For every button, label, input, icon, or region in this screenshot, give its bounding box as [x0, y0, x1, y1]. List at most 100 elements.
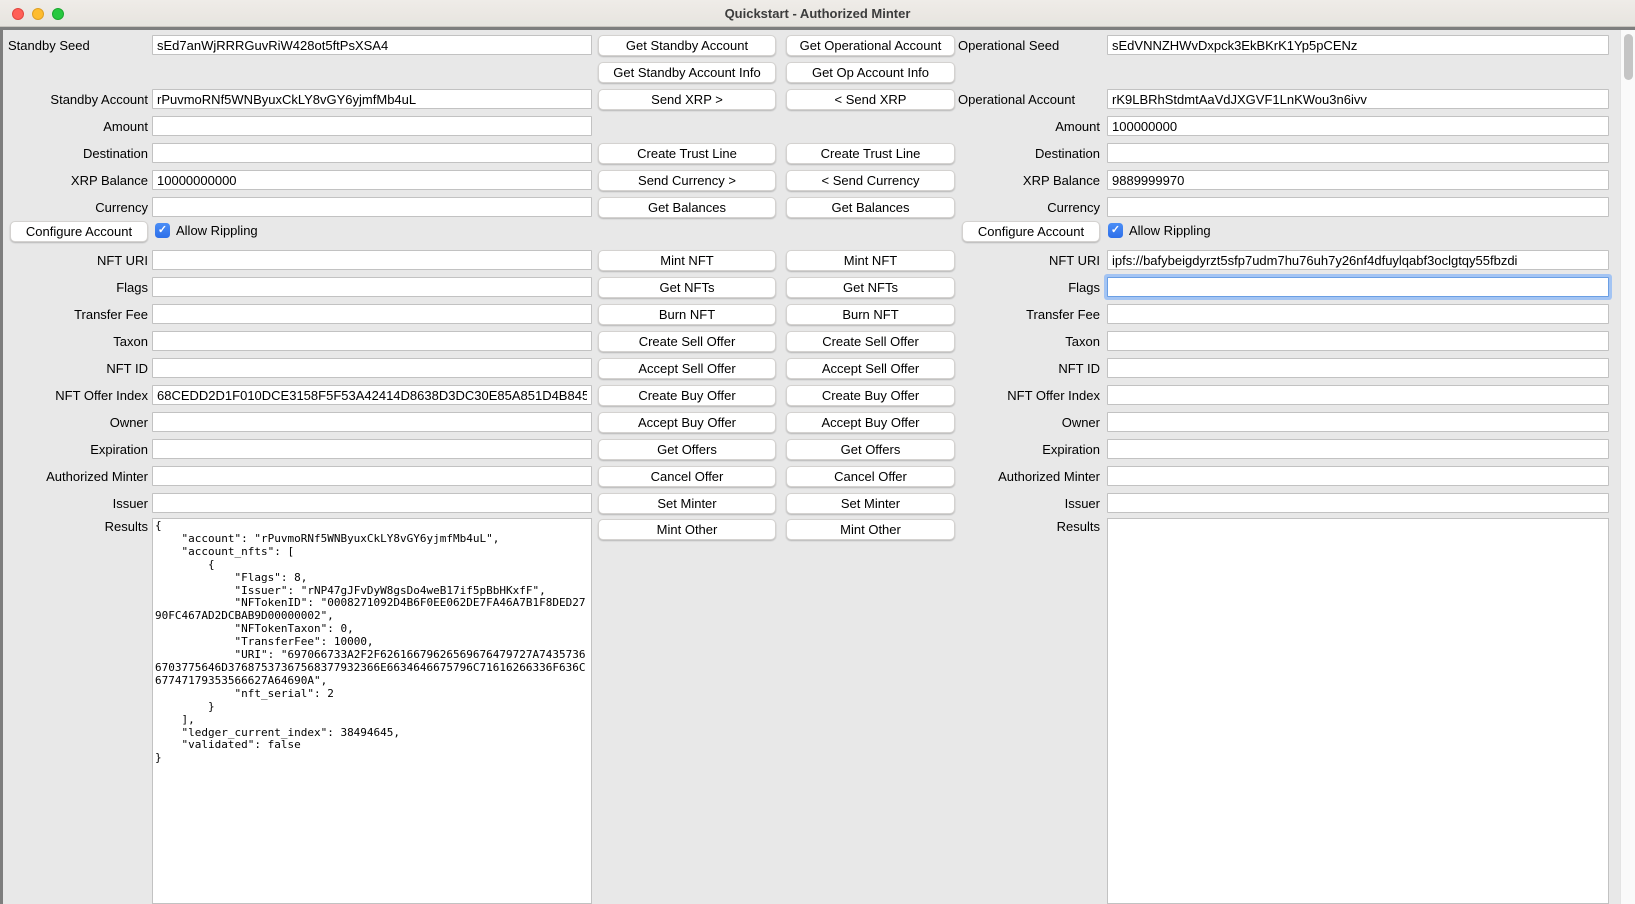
standby-xrp-balance-label: XRP Balance: [0, 172, 148, 189]
operational-currency-input[interactable]: [1107, 197, 1609, 217]
standby-mint-other-button[interactable]: Mint Other: [598, 519, 776, 540]
operational-nft-id-label: NFT ID: [955, 360, 1100, 377]
standby-taxon-input[interactable]: [152, 331, 592, 351]
standby-expiration-input[interactable]: [152, 439, 592, 459]
operational-taxon-input[interactable]: [1107, 331, 1609, 351]
standby-allow-rippling-checkbox[interactable]: ✓: [155, 223, 170, 238]
standby-issuer-input[interactable]: [152, 493, 592, 513]
operational-get-nfts-button[interactable]: Get NFTs: [786, 277, 955, 298]
app-window: Quickstart - Authorized Minter Standby S…: [0, 0, 1635, 904]
operational-get-balances-button[interactable]: Get Balances: [786, 197, 955, 218]
operational-expiration-label: Expiration: [955, 441, 1100, 458]
window-frame-edge: [0, 27, 3, 904]
operational-issuer-input[interactable]: [1107, 493, 1609, 513]
standby-get-balances-button[interactable]: Get Balances: [598, 197, 776, 218]
standby-nft-uri-input[interactable]: [152, 250, 592, 270]
standby-accept-buy-offer-button[interactable]: Accept Buy Offer: [598, 412, 776, 433]
operational-flags-input[interactable]: [1107, 277, 1609, 297]
window-title: Quickstart - Authorized Minter: [725, 6, 911, 21]
operational-transfer-fee-input[interactable]: [1107, 304, 1609, 324]
operational-flags-label: Flags: [955, 279, 1100, 296]
main-content: Standby Seed Standby Account Amount Dest…: [0, 27, 1635, 904]
standby-transfer-fee-label: Transfer Fee: [0, 306, 148, 323]
operational-nft-offer-index-label: NFT Offer Index: [955, 387, 1100, 404]
standby-transfer-fee-input[interactable]: [152, 304, 592, 324]
operational-expiration-input[interactable]: [1107, 439, 1609, 459]
operational-owner-label: Owner: [955, 414, 1100, 431]
standby-cancel-offer-button[interactable]: Cancel Offer: [598, 466, 776, 487]
standby-account-input[interactable]: [152, 89, 592, 109]
standby-configure-account-button[interactable]: Configure Account: [10, 221, 148, 242]
standby-create-buy-offer-button[interactable]: Create Buy Offer: [598, 385, 776, 406]
standby-xrp-balance-input[interactable]: [152, 170, 592, 190]
zoom-button[interactable]: [52, 8, 64, 20]
operational-create-sell-offer-button[interactable]: Create Sell Offer: [786, 331, 955, 352]
standby-authorized-minter-input[interactable]: [152, 466, 592, 486]
standby-get-nfts-button[interactable]: Get NFTs: [598, 277, 776, 298]
operational-burn-nft-button[interactable]: Burn NFT: [786, 304, 955, 325]
operational-send-currency-button[interactable]: < Send Currency: [786, 170, 955, 191]
standby-account-label: Standby Account: [0, 91, 148, 108]
operational-destination-input[interactable]: [1107, 143, 1609, 163]
standby-nft-id-input[interactable]: [152, 358, 592, 378]
standby-set-minter-button[interactable]: Set Minter: [598, 493, 776, 514]
standby-send-xrp-button[interactable]: Send XRP >: [598, 89, 776, 110]
operational-authorized-minter-input[interactable]: [1107, 466, 1609, 486]
operational-taxon-label: Taxon: [955, 333, 1100, 350]
operational-nft-uri-input[interactable]: [1107, 250, 1609, 270]
standby-create-sell-offer-button[interactable]: Create Sell Offer: [598, 331, 776, 352]
standby-mint-nft-button[interactable]: Mint NFT: [598, 250, 776, 271]
standby-owner-input[interactable]: [152, 412, 592, 432]
minimize-button[interactable]: [32, 8, 44, 20]
operational-seed-input[interactable]: [1107, 35, 1609, 55]
operational-results-textarea[interactable]: [1107, 518, 1609, 904]
operational-mint-nft-button[interactable]: Mint NFT: [786, 250, 955, 271]
vertical-scrollbar[interactable]: [1620, 30, 1635, 904]
get-op-account-info-button[interactable]: Get Op Account Info: [786, 62, 955, 83]
standby-amount-input[interactable]: [152, 116, 592, 136]
operational-create-buy-offer-button[interactable]: Create Buy Offer: [786, 385, 955, 406]
standby-results-textarea[interactable]: { "account": "rPuvmoRNf5WNByuxCkLY8vGY6y…: [152, 518, 592, 904]
standby-authorized-minter-label: Authorized Minter: [0, 468, 148, 485]
operational-account-input[interactable]: [1107, 89, 1609, 109]
operational-results-label: Results: [955, 518, 1100, 535]
operational-send-xrp-button[interactable]: < Send XRP: [786, 89, 955, 110]
standby-nft-offer-index-input[interactable]: [152, 385, 592, 405]
operational-nft-id-input[interactable]: [1107, 358, 1609, 378]
standby-nft-offer-index-label: NFT Offer Index: [0, 387, 148, 404]
operational-cancel-offer-button[interactable]: Cancel Offer: [786, 466, 955, 487]
operational-xrp-balance-label: XRP Balance: [955, 172, 1100, 189]
standby-currency-input[interactable]: [152, 197, 592, 217]
operational-get-offers-button[interactable]: Get Offers: [786, 439, 955, 460]
operational-nft-offer-index-input[interactable]: [1107, 385, 1609, 405]
get-standby-account-info-button[interactable]: Get Standby Account Info: [598, 62, 776, 83]
traffic-lights: [12, 8, 64, 20]
standby-get-offers-button[interactable]: Get Offers: [598, 439, 776, 460]
standby-flags-input[interactable]: [152, 277, 592, 297]
close-button[interactable]: [12, 8, 24, 20]
standby-seed-input[interactable]: [152, 35, 592, 55]
operational-allow-rippling-checkbox[interactable]: ✓: [1108, 223, 1123, 238]
standby-accept-sell-offer-button[interactable]: Accept Sell Offer: [598, 358, 776, 379]
get-operational-account-button[interactable]: Get Operational Account: [786, 35, 955, 56]
operational-configure-account-button[interactable]: Configure Account: [962, 221, 1100, 242]
operational-accept-buy-offer-button[interactable]: Accept Buy Offer: [786, 412, 955, 433]
operational-set-minter-button[interactable]: Set Minter: [786, 493, 955, 514]
scrollbar-thumb[interactable]: [1624, 34, 1633, 80]
standby-create-trust-line-button[interactable]: Create Trust Line: [598, 143, 776, 164]
operational-owner-input[interactable]: [1107, 412, 1609, 432]
operational-create-trust-line-button[interactable]: Create Trust Line: [786, 143, 955, 164]
operational-mint-other-button[interactable]: Mint Other: [786, 519, 955, 540]
operational-accept-sell-offer-button[interactable]: Accept Sell Offer: [786, 358, 955, 379]
get-standby-account-button[interactable]: Get Standby Account: [598, 35, 776, 56]
operational-issuer-label: Issuer: [955, 495, 1100, 512]
standby-send-currency-button[interactable]: Send Currency >: [598, 170, 776, 191]
standby-burn-nft-button[interactable]: Burn NFT: [598, 304, 776, 325]
operational-xrp-balance-input[interactable]: [1107, 170, 1609, 190]
standby-taxon-label: Taxon: [0, 333, 148, 350]
window-frame-edge: [0, 27, 1635, 30]
operational-allow-rippling-label: Allow Rippling: [1129, 222, 1211, 239]
operational-authorized-minter-label: Authorized Minter: [955, 468, 1100, 485]
standby-destination-input[interactable]: [152, 143, 592, 163]
operational-amount-input[interactable]: [1107, 116, 1609, 136]
